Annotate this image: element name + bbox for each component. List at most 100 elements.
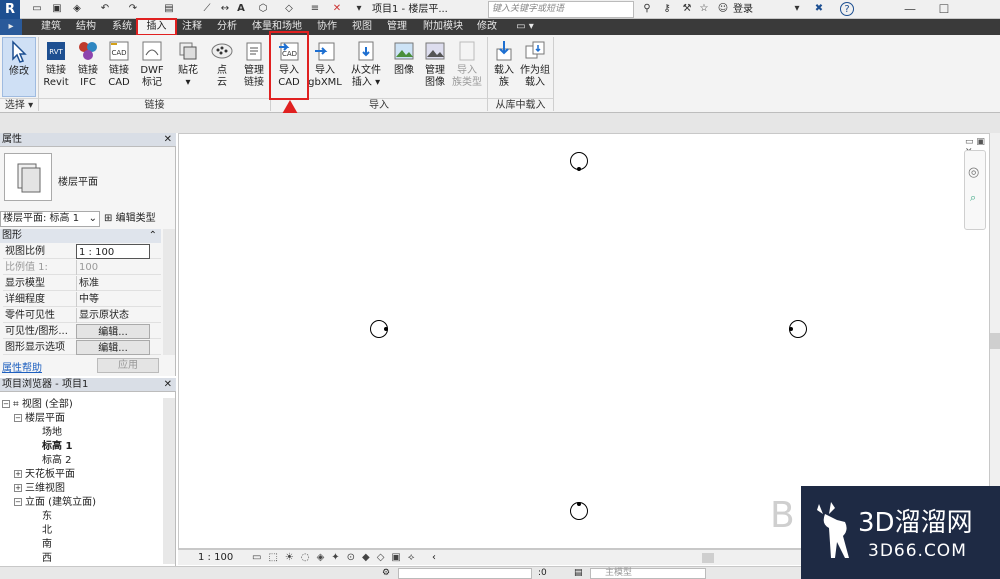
text-icon[interactable]: A: [234, 2, 248, 16]
collapse-icon[interactable]: −: [14, 498, 22, 506]
link-cad-button[interactable]: CAD 链接 CAD: [103, 37, 135, 97]
maximize-button[interactable]: ☐: [927, 0, 961, 19]
undo-icon[interactable]: ↶: [98, 2, 112, 16]
elevation-marker-east[interactable]: [789, 320, 807, 338]
tree-item-ceiling-plans[interactable]: + 天花板平面: [14, 468, 75, 482]
ribbon-toggle-icon[interactable]: ▭ ▾: [510, 19, 540, 35]
decal-button[interactable]: 贴花 ▾: [172, 37, 204, 97]
group-header-graphics[interactable]: 图形 ⌃: [0, 229, 161, 243]
tree-item-elevations[interactable]: − 立面 (建筑立面): [14, 496, 96, 510]
3d-view-icon[interactable]: ⬡: [256, 2, 270, 16]
panel-select[interactable]: 选择 ▾: [0, 98, 38, 112]
type-selector[interactable]: 楼层平面: 标高 1 ⌄: [0, 211, 100, 227]
tree-item-west[interactable]: 西: [42, 552, 52, 564]
measure-icon[interactable]: ⟋: [200, 2, 214, 16]
revit-logo-icon[interactable]: R: [0, 0, 20, 19]
steering-wheel-icon[interactable]: ◎: [968, 165, 979, 180]
elevation-marker-south[interactable]: [570, 502, 588, 520]
view-scale[interactable]: 1 : 100: [198, 550, 233, 566]
dwf-markup-button[interactable]: DWF 标记: [136, 37, 168, 97]
tab-collaborate[interactable]: 协作: [312, 19, 342, 35]
manage-images-button[interactable]: 管理 图像: [419, 37, 451, 97]
dimension-icon[interactable]: ↔: [218, 2, 232, 16]
customize-toolbar-icon[interactable]: ▾: [352, 2, 366, 16]
prop-value[interactable]: 显示原状态: [76, 308, 150, 323]
redo-icon[interactable]: ↷: [126, 2, 140, 16]
collapse-icon[interactable]: −: [2, 400, 10, 408]
scroll-thumb[interactable]: [990, 333, 1000, 349]
tab-architecture[interactable]: 建筑: [36, 19, 66, 35]
section-icon[interactable]: ◇: [282, 2, 296, 16]
tree-item-north[interactable]: 北: [42, 524, 52, 538]
model-dropdown[interactable]: 主模型: [590, 568, 706, 579]
link-ifc-button[interactable]: 链接 IFC: [72, 37, 104, 97]
load-family-button[interactable]: 载入 族: [488, 37, 520, 97]
modify-button[interactable]: 修改: [2, 37, 36, 97]
design-options-icon[interactable]: ▤: [574, 567, 583, 579]
tab-manage[interactable]: 管理: [382, 19, 412, 35]
tree-item-level-1[interactable]: 标高 1: [42, 440, 72, 454]
elevation-marker-west[interactable]: [370, 320, 388, 338]
elevation-marker-north[interactable]: [570, 152, 588, 171]
browser-scrollbar[interactable]: [163, 398, 175, 564]
tab-systems[interactable]: 系统: [107, 19, 137, 35]
tab-structure[interactable]: 结构: [71, 19, 101, 35]
edit-type-button[interactable]: ⊞ 编辑类型: [104, 211, 174, 227]
tree-item-views-all[interactable]: − ⌗ 视图 (全部): [2, 398, 73, 412]
login-link[interactable]: 登录: [733, 0, 753, 19]
tab-analyze[interactable]: 分析: [212, 19, 242, 35]
properties-help-link[interactable]: 属性帮助: [2, 359, 42, 374]
tree-item-south[interactable]: 南: [42, 538, 52, 552]
print-icon[interactable]: ▤: [162, 2, 176, 16]
horizontal-scroll-thumb[interactable]: [702, 553, 714, 563]
scroll-left-icon[interactable]: ‹: [432, 550, 436, 566]
app-menu-icon[interactable]: ▸: [0, 19, 22, 35]
tab-addins[interactable]: 附加模块: [418, 19, 468, 35]
workset-dropdown[interactable]: [398, 568, 532, 579]
load-as-group-button[interactable]: 作为组 载入: [517, 37, 553, 97]
tree-item-level-2[interactable]: 标高 2: [42, 454, 72, 468]
close-icon[interactable]: ✕: [164, 378, 172, 392]
user-icon[interactable]: ☺: [716, 2, 730, 16]
from-file-insert-button[interactable]: 从文件 插入 ▾: [346, 37, 386, 97]
apply-button[interactable]: 应用: [97, 358, 159, 373]
help-icon[interactable]: ?: [840, 2, 854, 16]
expand-icon[interactable]: +: [14, 470, 22, 478]
search-input[interactable]: 键入关键字或短语: [488, 1, 634, 18]
star-icon[interactable]: ☆: [697, 2, 711, 16]
tree-item-floor-plans[interactable]: − 楼层平面: [14, 412, 65, 426]
view-control-icons[interactable]: ▭⬚☀◌◈✦⊙◆◇▣⟡: [252, 550, 421, 566]
subscription-icon[interactable]: ⚷: [660, 2, 674, 16]
properties-scrollbar[interactable]: [163, 229, 175, 355]
link-revit-button[interactable]: RVT 链接 Revit: [40, 37, 72, 97]
tab-modify[interactable]: 修改: [472, 19, 502, 35]
collapse-icon[interactable]: −: [14, 414, 22, 422]
import-gbxml-button[interactable]: 导入 gbXML: [307, 37, 343, 97]
expand-icon[interactable]: +: [14, 484, 22, 492]
worksets-icon[interactable]: ⚙: [382, 567, 390, 579]
point-cloud-button[interactable]: 点 云: [206, 37, 238, 97]
manage-links-button[interactable]: 管理 链接: [238, 37, 270, 97]
tab-view[interactable]: 视图: [347, 19, 377, 35]
image-button[interactable]: 图像: [388, 37, 420, 97]
visibility-edit-button[interactable]: 编辑...: [76, 324, 150, 339]
zoom-icon[interactable]: ⌕: [970, 191, 976, 205]
close-views-icon[interactable]: ✕: [330, 2, 344, 16]
dropdown-icon[interactable]: ▾: [790, 2, 804, 16]
prop-value[interactable]: 标准: [76, 276, 150, 291]
open-icon[interactable]: ▭: [30, 2, 44, 16]
prop-value[interactable]: 中等: [76, 292, 150, 307]
tree-item-site[interactable]: 场地: [42, 426, 62, 440]
sync-icon[interactable]: ◈: [70, 2, 84, 16]
navigation-bar[interactable]: ◎ ⌕: [964, 150, 986, 230]
view-scale-input[interactable]: 1 : 100: [76, 244, 150, 259]
binoculars-icon[interactable]: ⚲: [640, 2, 654, 16]
wrench-icon[interactable]: ⚒: [680, 2, 694, 16]
tree-item-3d-views[interactable]: + 三维视图: [14, 482, 65, 496]
graphic-display-edit-button[interactable]: 编辑...: [76, 340, 150, 355]
close-icon[interactable]: ✕: [164, 133, 172, 147]
exchange-icon[interactable]: ✖: [812, 2, 826, 16]
thin-lines-icon[interactable]: ≡: [308, 2, 322, 16]
tab-annotate[interactable]: 注释: [177, 19, 207, 35]
tree-item-east[interactable]: 东: [42, 510, 52, 524]
